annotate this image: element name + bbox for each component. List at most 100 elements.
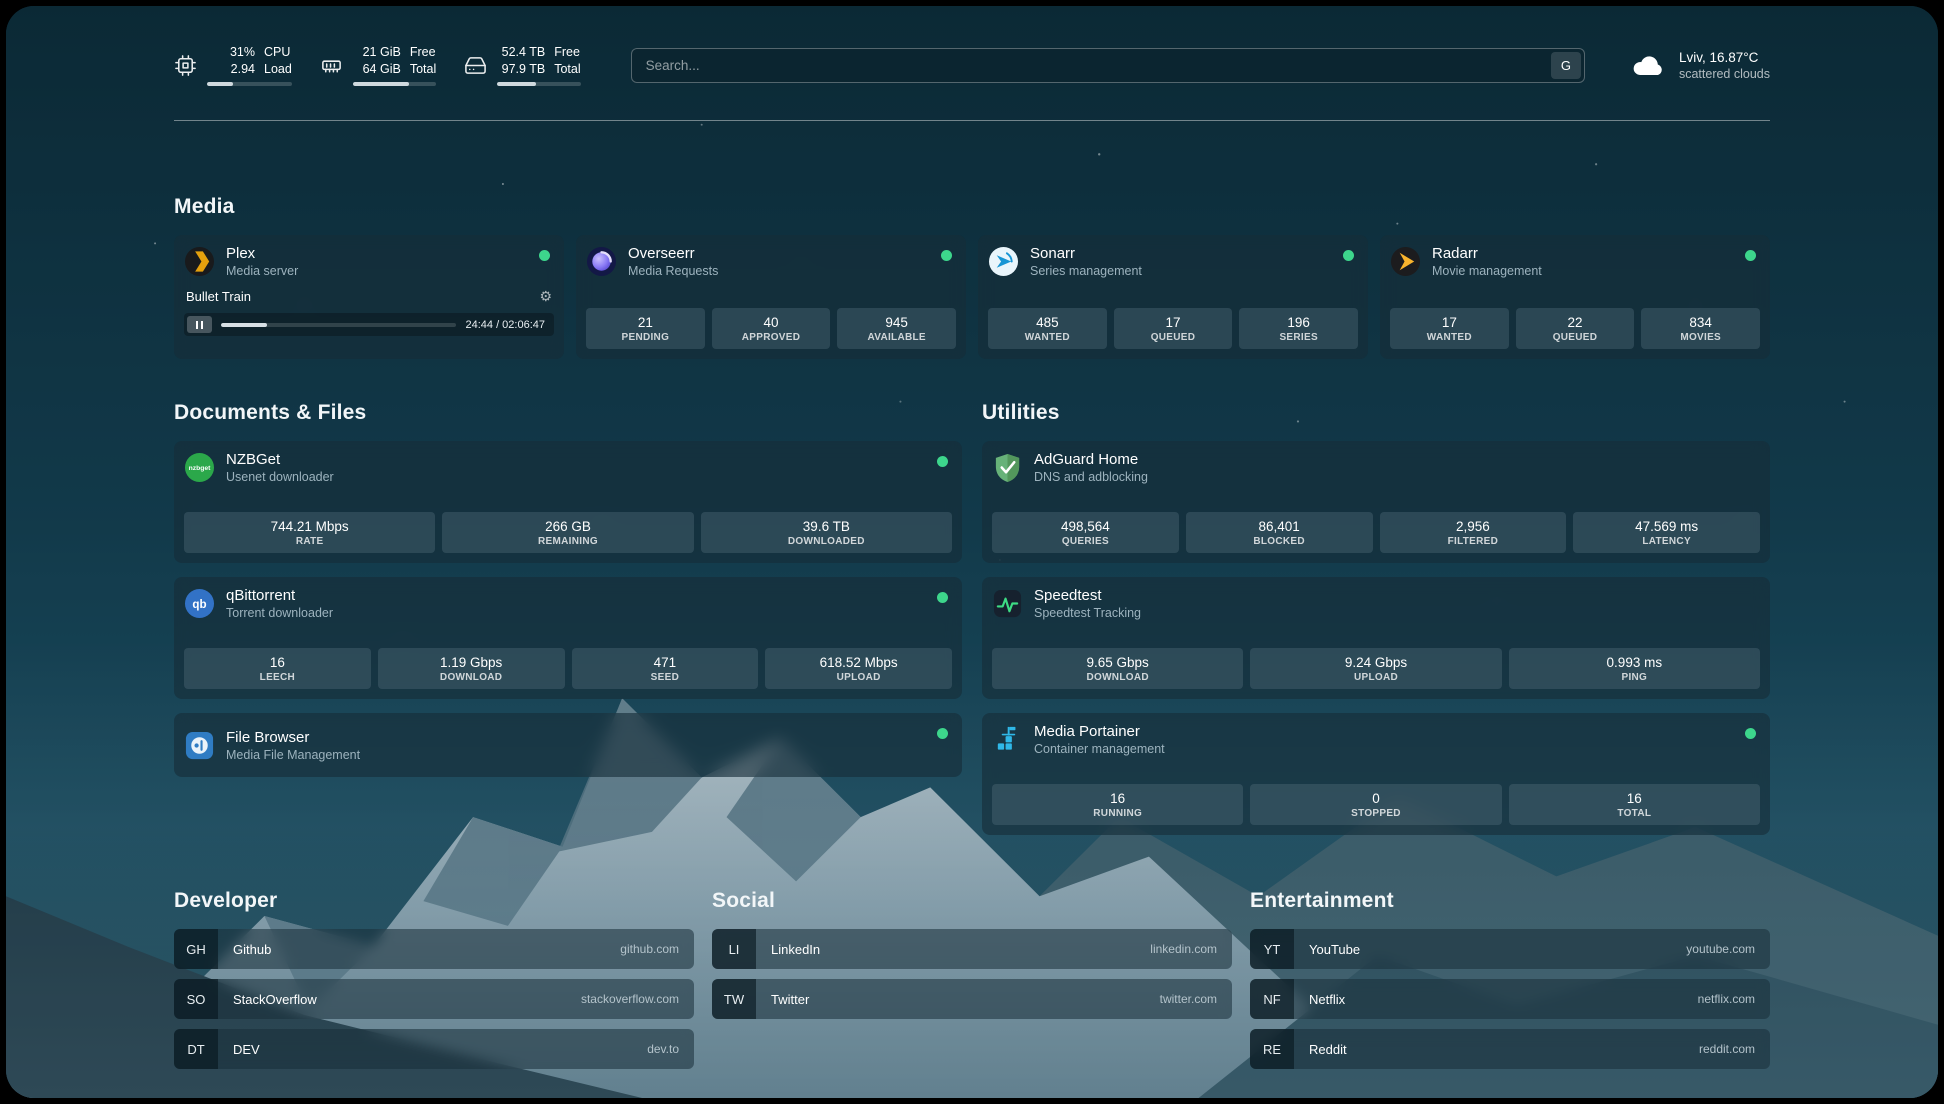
- stat-queued: 22QUEUED: [1516, 308, 1635, 349]
- service-card-filebrowser[interactable]: File Browser Media File Management: [174, 713, 962, 777]
- bookmark-domain: twitter.com: [1160, 979, 1232, 1019]
- section-title-documents: Documents & Files: [174, 401, 962, 425]
- bookmark-linkedin[interactable]: LI LinkedIn linkedin.com: [712, 929, 1232, 969]
- disk-widget: 52.4 TBFree 97.9 TBTotal: [464, 44, 580, 86]
- service-title: Overseerr: [628, 245, 718, 262]
- stat-remaining: 266 GBREMAINING: [442, 512, 693, 553]
- bookmark-domain: github.com: [620, 929, 694, 969]
- now-playing-title: Bullet Train: [186, 289, 251, 304]
- bookmark-abbr: RE: [1250, 1029, 1294, 1069]
- service-desc: Usenet downloader: [226, 470, 334, 484]
- radarr-icon: [1390, 246, 1421, 277]
- status-dot: [1745, 250, 1756, 261]
- stat-wanted: 485WANTED: [988, 308, 1107, 349]
- stat-downloaded: 39.6 TBDOWNLOADED: [701, 512, 952, 553]
- status-dot: [941, 250, 952, 261]
- bookmark-name: Netflix: [1294, 979, 1698, 1019]
- stat-approved: 40APPROVED: [712, 308, 831, 349]
- bookmark-domain: dev.to: [647, 1029, 694, 1069]
- service-title: NZBGet: [226, 451, 334, 468]
- stat-running: 16RUNNING: [992, 784, 1243, 825]
- memory-total: 64 GiB: [353, 61, 401, 77]
- service-desc: Media server: [226, 264, 298, 278]
- disk-bar: [497, 82, 580, 86]
- documents-column: Documents & Files nzbget NZBGet Usenet d…: [174, 401, 962, 777]
- service-card-nzbget[interactable]: nzbget NZBGet Usenet downloader 744.21 M…: [174, 441, 962, 563]
- speedtest-icon: [992, 588, 1023, 619]
- status-dot: [937, 728, 948, 739]
- bookmark-reddit[interactable]: RE Reddit reddit.com: [1250, 1029, 1770, 1069]
- bookmark-twitter[interactable]: TW Twitter twitter.com: [712, 979, 1232, 1019]
- pause-button[interactable]: [187, 316, 212, 333]
- playback-progress[interactable]: [221, 323, 456, 327]
- bookmark-abbr: YT: [1250, 929, 1294, 969]
- weather-widget: Lviv, 16.87°C scattered clouds: [1629, 50, 1770, 81]
- memory-bar: [353, 82, 436, 86]
- stat-upload: 618.52 MbpsUPLOAD: [765, 648, 952, 689]
- stat-pending: 21PENDING: [586, 308, 705, 349]
- bookmark-github[interactable]: GH Github github.com: [174, 929, 694, 969]
- bookmark-domain: reddit.com: [1699, 1029, 1770, 1069]
- bookmark-netflix[interactable]: NF Netflix netflix.com: [1250, 979, 1770, 1019]
- plex-now-playing: Bullet Train ⚙ 24:44 / 02:06:47: [184, 288, 554, 336]
- stat-download: 1.19 GbpsDOWNLOAD: [378, 648, 565, 689]
- service-card-plex[interactable]: Plex Media server Bullet Train ⚙ 24:44 /…: [174, 235, 564, 359]
- memory-total-label: Total: [410, 61, 436, 77]
- stat-leech: 16LEECH: [184, 648, 371, 689]
- stat-queries: 498,564QUERIES: [992, 512, 1179, 553]
- status-dot: [539, 250, 550, 261]
- stat-rate: 744.21 MbpsRATE: [184, 512, 435, 553]
- status-dot: [1745, 728, 1756, 739]
- bookmark-group-social: Social LI LinkedIn linkedin.com TW Twitt…: [712, 889, 1232, 1029]
- bookmark-name: Reddit: [1294, 1029, 1699, 1069]
- service-card-portainer[interactable]: Media Portainer Container management 16R…: [982, 713, 1770, 835]
- stat-stopped: 0STOPPED: [1250, 784, 1501, 825]
- service-card-sonarr[interactable]: Sonarr Series management 485WANTED 17QUE…: [978, 235, 1368, 359]
- bookmark-abbr: GH: [174, 929, 218, 969]
- bookmark-stackoverflow[interactable]: SO StackOverflow stackoverflow.com: [174, 979, 694, 1019]
- bookmark-abbr: TW: [712, 979, 756, 1019]
- cpu-bar: [207, 82, 292, 86]
- bookmark-domain: youtube.com: [1686, 929, 1770, 969]
- service-card-adguard[interactable]: AdGuard Home DNS and adblocking 498,564Q…: [982, 441, 1770, 563]
- weather-condition: scattered clouds: [1679, 67, 1770, 81]
- stat-total: 16TOTAL: [1509, 784, 1760, 825]
- bookmark-dev[interactable]: DT DEV dev.to: [174, 1029, 694, 1069]
- utilities-column: Utilities: [982, 401, 1770, 835]
- stat-filtered: 2,956FILTERED: [1380, 512, 1567, 553]
- stat-queued: 17QUEUED: [1114, 308, 1233, 349]
- search-input[interactable]: [631, 48, 1585, 83]
- service-card-overseerr[interactable]: Overseerr Media Requests 21PENDING 40APP…: [576, 235, 966, 359]
- disk-free: 52.4 TB: [497, 44, 545, 60]
- bookmark-name: YouTube: [1294, 929, 1686, 969]
- top-bar: 31%CPU 2.94Load 21 GiBFree 64 GiBTotal: [174, 36, 1770, 94]
- cpu-widget: 31%CPU 2.94Load: [174, 44, 292, 86]
- service-desc: Media File Management: [226, 748, 360, 762]
- service-desc: DNS and adblocking: [1034, 470, 1148, 484]
- nzbget-icon: nzbget: [184, 452, 215, 483]
- service-card-qbittorrent[interactable]: qb qBittorrent Torrent downloader 16LEEC…: [174, 577, 962, 699]
- stat-available: 945AVAILABLE: [837, 308, 956, 349]
- gear-icon[interactable]: ⚙: [539, 288, 552, 305]
- search-provider-button[interactable]: G: [1551, 52, 1581, 79]
- bookmark-youtube[interactable]: YT YouTube youtube.com: [1250, 929, 1770, 969]
- bookmark-group-developer: Developer GH Github github.com SO StackO…: [174, 889, 694, 1079]
- service-title: Speedtest: [1034, 587, 1141, 604]
- stat-movies: 834MOVIES: [1641, 308, 1760, 349]
- stat-download: 9.65 GbpsDOWNLOAD: [992, 648, 1243, 689]
- svg-text:nzbget: nzbget: [189, 465, 212, 472]
- header-divider: [174, 120, 1770, 121]
- portainer-icon: [992, 724, 1023, 755]
- bookmark-abbr: NF: [1250, 979, 1294, 1019]
- service-card-radarr[interactable]: Radarr Movie management 17WANTED 22QUEUE…: [1380, 235, 1770, 359]
- cpu-label: CPU: [264, 44, 290, 60]
- disk-total: 97.9 TB: [497, 61, 545, 77]
- dashboard-screen: 31%CPU 2.94Load 21 GiBFree 64 GiBTotal: [6, 6, 1938, 1098]
- section-title-entertainment: Entertainment: [1250, 889, 1770, 913]
- cpu-icon: [174, 54, 197, 77]
- service-title: Radarr: [1432, 245, 1542, 262]
- stat-ping: 0.993 msPING: [1509, 648, 1760, 689]
- service-title: Plex: [226, 245, 298, 262]
- service-card-speedtest[interactable]: Speedtest Speedtest Tracking 9.65 GbpsDO…: [982, 577, 1770, 699]
- stat-upload: 9.24 GbpsUPLOAD: [1250, 648, 1501, 689]
